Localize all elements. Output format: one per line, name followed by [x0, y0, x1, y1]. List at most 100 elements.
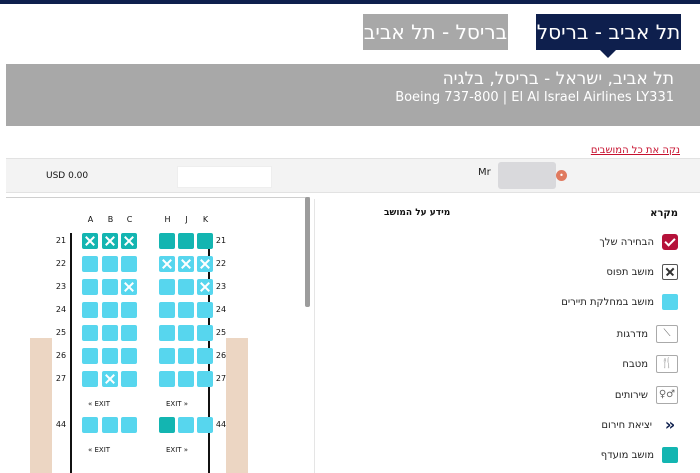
emergency-exit-icon: «: [664, 415, 676, 434]
row-number: 22: [215, 259, 227, 268]
route-title: תל אביב, ישראל - בריסל, בלגיה: [442, 69, 674, 89]
top-bar: [0, 0, 700, 4]
seat-info-title: מידע על המושב: [384, 208, 451, 218]
exit-marker-left: « EXIT: [88, 446, 111, 454]
seat[interactable]: [197, 325, 213, 341]
route-subtitle: Boeing 737-800 | El Al Israel Airlines L…: [395, 90, 674, 105]
economy-seat-icon: [662, 294, 678, 310]
seat: [178, 256, 194, 272]
legend-title: מקרא: [650, 208, 678, 219]
tab-return-flight[interactable]: בריסל - תל אביב: [363, 14, 508, 50]
legend-item-occupied: מושב תפוס: [606, 262, 678, 282]
seat-map-scrollbar[interactable]: [305, 197, 310, 307]
seat[interactable]: [197, 348, 213, 364]
seat[interactable]: [82, 325, 98, 341]
seat[interactable]: [159, 348, 175, 364]
seat[interactable]: [197, 302, 213, 318]
row-number: 44: [215, 420, 227, 429]
seat[interactable]: [121, 417, 137, 433]
tab-outbound-flight[interactable]: תל אביב - בריסל: [536, 14, 681, 58]
seat[interactable]: [159, 302, 175, 318]
seat[interactable]: [178, 279, 194, 295]
passenger-name-redacted: [498, 162, 556, 189]
seat[interactable]: [178, 302, 194, 318]
galley-icon: 🍴: [656, 355, 678, 373]
seat[interactable]: [159, 417, 175, 433]
exit-marker-left: « EXIT: [88, 400, 111, 408]
column-label: A: [87, 215, 94, 224]
seat: [102, 233, 118, 249]
tab-outbound-label: תל אביב - בריסל: [536, 20, 681, 44]
legend-label: שירותים: [614, 389, 648, 401]
restroom-icon: ♂♀: [656, 386, 678, 404]
passenger-name: Mr: [478, 167, 491, 178]
seat[interactable]: [102, 279, 118, 295]
seat[interactable]: [159, 279, 175, 295]
seat: [102, 371, 118, 387]
legend-item-stairs: ⟋ מדרגות: [617, 324, 678, 344]
preferred-seat-icon: [662, 447, 678, 463]
seat[interactable]: [102, 417, 118, 433]
seat[interactable]: [102, 348, 118, 364]
seat[interactable]: [82, 371, 98, 387]
seat[interactable]: [178, 417, 194, 433]
seat[interactable]: [197, 371, 213, 387]
seat[interactable]: [178, 371, 194, 387]
seat[interactable]: [82, 417, 98, 433]
seat-selection-page: תל אביב - בריסל בריסל - תל אביב תל אביב,…: [0, 0, 700, 473]
exit-marker-right: EXIT »: [166, 400, 189, 408]
row-number: 23: [215, 282, 227, 291]
selected-seat-icon: [662, 234, 678, 250]
route-banner: תל אביב, ישראל - בריסל, בלגיה Boeing 737…: [6, 64, 700, 126]
row-number: 25: [215, 328, 227, 337]
left-wing: [30, 338, 52, 473]
row-number: 23: [55, 282, 67, 291]
legend-item-galley: 🍴 מטבח: [622, 354, 678, 374]
legend-item-exit: « יציאת חירום: [601, 415, 678, 435]
seat[interactable]: [159, 325, 175, 341]
seat[interactable]: [82, 348, 98, 364]
seat[interactable]: [102, 256, 118, 272]
right-wing: [226, 338, 248, 473]
row-number: 27: [55, 374, 67, 383]
row-number: 27: [215, 374, 227, 383]
row-number: 21: [215, 236, 227, 245]
seat[interactable]: [159, 233, 175, 249]
legend-label: מושב תפוס: [606, 266, 654, 278]
column-label: H: [164, 215, 171, 224]
seat[interactable]: [121, 256, 137, 272]
seat[interactable]: [197, 417, 213, 433]
panel-divider: [314, 199, 315, 473]
seat-map-panel: A B C H J K 21 21 22 22 23 23 24 24 25 25 26 26 27 27 44 44 « …: [6, 197, 310, 473]
stairs-icon: ⟋: [656, 325, 678, 343]
seat[interactable]: [121, 302, 137, 318]
seat[interactable]: [178, 348, 194, 364]
seat: [159, 256, 175, 272]
passenger-toggle-icon[interactable]: •: [556, 170, 567, 181]
seat[interactable]: [197, 233, 213, 249]
seat: [121, 233, 137, 249]
seat: [82, 233, 98, 249]
seat[interactable]: [121, 348, 137, 364]
legend-label: מושב במחלקת תיירים: [561, 296, 654, 308]
seat: [197, 279, 213, 295]
seat[interactable]: [102, 302, 118, 318]
seat[interactable]: [159, 371, 175, 387]
seat[interactable]: [121, 371, 137, 387]
legend-label: יציאת חירום: [601, 419, 652, 431]
legend-item-economy: מושב במחלקת תיירים: [561, 292, 678, 312]
seat[interactable]: [102, 325, 118, 341]
occupied-seat-icon: [662, 264, 678, 280]
exit-marker-right: EXIT »: [166, 446, 189, 454]
column-label: K: [202, 215, 209, 224]
legend-item-selected: הבחירה שלך: [599, 232, 678, 252]
row-number: 26: [55, 351, 67, 360]
passenger-bar[interactable]: USD 0.00 Mr •: [6, 158, 700, 193]
seat[interactable]: [82, 302, 98, 318]
seat[interactable]: [178, 233, 194, 249]
seat[interactable]: [178, 325, 194, 341]
seat[interactable]: [121, 325, 137, 341]
seat[interactable]: [82, 256, 98, 272]
clear-all-seats-link[interactable]: נקה את כל המושבים: [591, 145, 680, 156]
seat[interactable]: [82, 279, 98, 295]
